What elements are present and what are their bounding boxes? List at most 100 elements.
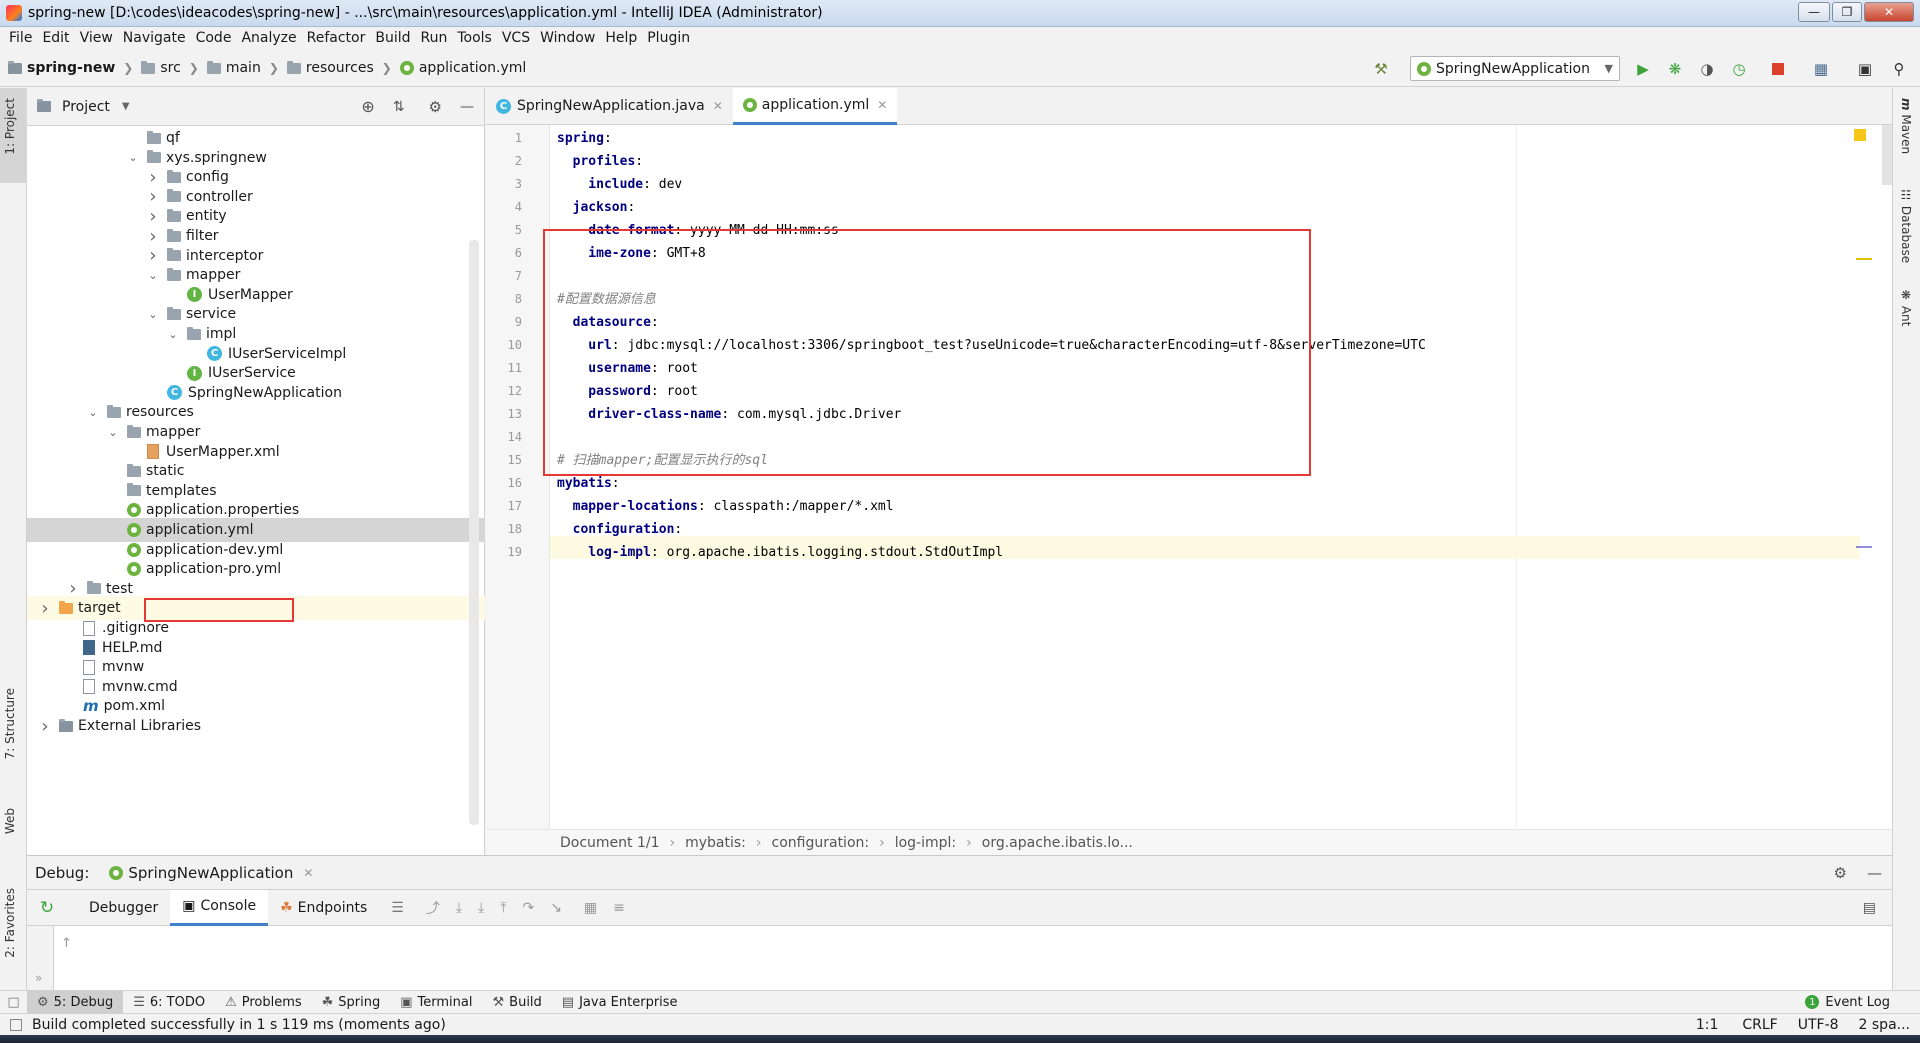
event-log-button[interactable]: 1 Event Log — [1795, 991, 1900, 1014]
window-layout-icon[interactable]: ▣ — [1856, 60, 1874, 78]
hide-icon[interactable]: — — [1867, 864, 1882, 882]
nav-crumb[interactable]: application.yml — [399, 60, 526, 76]
maximize-button[interactable]: ❐ — [1832, 2, 1862, 22]
step-into-icon[interactable]: ⤓ — [456, 900, 462, 916]
inspection-warning-icon[interactable] — [1854, 129, 1866, 141]
menu-plugin[interactable]: Plugin — [642, 27, 695, 50]
warning-marker[interactable] — [1856, 258, 1872, 260]
menu-file[interactable]: File — [4, 27, 37, 50]
menu-window[interactable]: Window — [535, 27, 600, 50]
run-config-select[interactable]: SpringNewApplication ▼ — [1410, 56, 1620, 81]
menu-refactor[interactable]: Refactor — [302, 27, 371, 50]
code-line[interactable]: include: dev — [557, 173, 682, 196]
run-icon[interactable]: ▶ — [1634, 60, 1652, 78]
debug-bug-icon[interactable]: ❋ — [1666, 60, 1684, 78]
step-over-icon[interactable]: ⤴ — [426, 898, 440, 918]
indent-setting[interactable]: 2 spa... — [1859, 1017, 1910, 1033]
editor-crumb[interactable]: log-impl: — [895, 835, 956, 851]
debug-tab-console[interactable]: ▣ Console — [170, 889, 269, 926]
nav-crumb[interactable]: resources ❯ — [286, 60, 392, 76]
stripe-database-tab[interactable]: ☷ Database — [1899, 188, 1913, 263]
profile-icon[interactable]: ◷ — [1730, 60, 1748, 78]
debug-session-tab[interactable]: SpringNewApplication — [128, 864, 293, 882]
chevron-down-icon[interactable]: ⌄ — [147, 269, 159, 282]
tool-window-todo[interactable]: ☰ 6: TODO — [123, 991, 215, 1014]
minimize-button[interactable]: — — [1798, 2, 1830, 22]
menu-build[interactable]: Build — [370, 27, 415, 50]
stripe-web-tab[interactable]: Web — [3, 808, 17, 834]
chevron-down-icon[interactable]: ⌄ — [87, 406, 99, 419]
editor-crumb[interactable]: Document 1/1 — [560, 835, 660, 851]
console-output-area[interactable] — [27, 890, 33, 926]
code-line[interactable]: profiles: — [557, 150, 643, 173]
gear-icon[interactable]: ⚙ — [1834, 864, 1847, 882]
editor-crumb[interactable]: org.apache.ibatis.lo... — [982, 835, 1133, 851]
close-icon[interactable]: ✕ — [877, 98, 887, 112]
editor-tab[interactable]: application.yml ✕ — [732, 87, 898, 125]
menu-navigate[interactable]: Navigate — [118, 27, 191, 50]
search-icon[interactable]: ⚲ — [1890, 60, 1908, 78]
run-to-cursor-icon[interactable]: ↘ — [550, 900, 562, 916]
editor-crumb[interactable]: mybatis: — [685, 835, 746, 851]
chevron-down-icon[interactable]: ⌄ — [167, 328, 179, 341]
evaluate-icon[interactable]: ▦ — [584, 900, 597, 916]
stripe-structure-tab[interactable]: 7: Structure — [3, 688, 17, 759]
line-separator[interactable]: CRLF — [1742, 1017, 1777, 1033]
chevron-down-icon[interactable]: ⌄ — [147, 308, 159, 321]
drop-frame-icon[interactable]: ↷ — [522, 900, 534, 916]
chevron-down-icon[interactable]: ⌄ — [107, 426, 119, 439]
debug-tab-endpoints[interactable]: ☘ Endpoints — [268, 890, 379, 926]
scroll-up-icon[interactable]: ↑ — [61, 936, 72, 951]
debug-tab-debugger[interactable]: Debugger — [77, 890, 170, 926]
menu-analyze[interactable]: Analyze — [236, 27, 301, 50]
menu-vcs[interactable]: VCS — [497, 27, 535, 50]
stop-icon[interactable] — [1769, 60, 1787, 78]
tool-window-spring[interactable]: ☘ Spring — [312, 991, 391, 1014]
nav-crumb[interactable]: src ❯ — [141, 60, 199, 76]
collapse-all-icon[interactable]: ⇅ — [393, 99, 405, 115]
stripe-project-tab[interactable]: 1: Project — [3, 98, 17, 155]
tool-window-debug[interactable]: ⚙ 5: Debug — [27, 990, 124, 1014]
rerun-icon[interactable]: ↻ — [27, 898, 67, 918]
tool-window-build[interactable]: ⚒ Build — [483, 991, 552, 1014]
tool-window-problems[interactable]: ⚠ Problems — [215, 991, 312, 1014]
file-encoding[interactable]: UTF-8 — [1798, 1017, 1839, 1033]
editor-tab[interactable]: C SpringNewApplication.java ✕ — [486, 88, 733, 125]
hide-icon[interactable]: — — [460, 99, 474, 115]
tool-window-terminal[interactable]: ▣ Terminal — [390, 991, 482, 1014]
build-hammer-icon[interactable]: ⚒ — [1372, 60, 1390, 78]
trace-icon[interactable]: ≡ — [613, 900, 625, 916]
menu-tools[interactable]: Tools — [452, 27, 497, 50]
menu-code[interactable]: Code — [191, 27, 237, 50]
chevron-right-icon[interactable]: › — [39, 716, 51, 737]
menu-edit[interactable]: Edit — [37, 27, 74, 50]
editor-crumb[interactable]: configuration: — [772, 835, 870, 851]
caret-position[interactable]: 1:1 — [1696, 1017, 1719, 1033]
status-message[interactable]: Build completed successfully in 1 s 119 … — [32, 1017, 446, 1033]
nav-crumb[interactable]: spring-new ❯ — [8, 60, 133, 76]
project-structure-icon[interactable]: ▦ — [1812, 60, 1830, 78]
close-icon[interactable]: ✕ — [713, 99, 723, 113]
menu-icon[interactable]: ☰ — [391, 900, 404, 916]
menu-help[interactable]: Help — [600, 27, 642, 50]
layout-icon[interactable]: ▤ — [1863, 900, 1876, 916]
expand-icon[interactable]: » — [35, 971, 42, 985]
stripe-favorites-tab[interactable]: 2: Favorites — [3, 888, 17, 958]
close-button[interactable]: ✕ — [1864, 2, 1914, 22]
gear-icon[interactable]: ⚙ — [429, 98, 442, 116]
code-line[interactable]: log-impl: org.apache.ibatis.logging.stdo… — [557, 541, 1003, 564]
chevron-down-icon[interactable]: ▼ — [122, 101, 130, 112]
code-line[interactable]: mapper-locations: classpath:/mapper/*.xm… — [557, 495, 894, 518]
editor-scrollbar[interactable] — [1882, 125, 1892, 185]
stripe-maven-tab[interactable]: m Maven — [1899, 98, 1913, 154]
nav-crumb[interactable]: main ❯ — [206, 60, 279, 76]
chevron-down-icon[interactable]: ⌄ — [127, 151, 139, 164]
force-step-into-icon[interactable]: ⤓ — [478, 900, 484, 916]
tree-scrollbar[interactable] — [469, 240, 479, 825]
code-line[interactable]: spring: — [557, 127, 612, 150]
toggle-icon[interactable]: □ — [0, 995, 27, 1010]
status-toggle-icon[interactable] — [10, 1018, 22, 1031]
locate-icon[interactable]: ⊕ — [361, 97, 374, 116]
project-panel-title[interactable]: Project — [62, 99, 110, 115]
menu-run[interactable]: Run — [416, 27, 453, 50]
